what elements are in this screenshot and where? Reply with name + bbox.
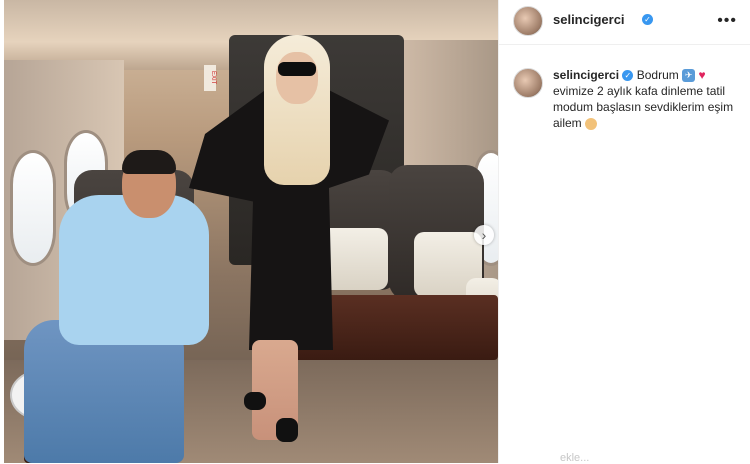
cabin-window-left <box>10 150 56 266</box>
man-shirt <box>59 195 209 345</box>
caption-text-2: evimize 2 aylık kafa dinleme tatil modum… <box>553 84 734 130</box>
comment-input-hint[interactable]: ekle... <box>560 452 589 464</box>
next-photo-button[interactable]: › <box>474 225 494 245</box>
header-username[interactable]: selincigerci <box>553 12 625 27</box>
exit-sign: EXIT <box>204 65 216 91</box>
hands-emoji-icon <box>585 117 598 130</box>
post-caption: selincigerci ✓ Bodrum ✈ ♥ evimize 2 aylı… <box>553 67 738 131</box>
caption-text-1: Bodrum <box>636 68 679 82</box>
more-options-icon[interactable]: ••• <box>717 12 737 30</box>
caption-username[interactable]: selincigerci <box>553 68 619 82</box>
shoe-right <box>276 418 298 442</box>
red-heart-emoji-icon: ♥ <box>698 68 706 82</box>
post-photo[interactable]: EXIT › <box>4 0 498 463</box>
instagram-post-frame: EXIT › selincigerci ✓ ••• selincigerci ✓… <box>0 0 750 464</box>
verified-badge-icon: ✓ <box>642 14 653 25</box>
post-sidebar: selincigerci ✓ ••• selincigerci ✓ Bodrum… <box>498 0 750 463</box>
caption-avatar[interactable] <box>513 68 543 98</box>
post-header: selincigerci ✓ ••• <box>499 0 750 45</box>
caption-verified-badge-icon: ✓ <box>622 70 634 82</box>
shoe-left <box>244 392 266 410</box>
man-hair <box>122 150 176 174</box>
woman-face <box>276 52 318 104</box>
sunglasses <box>278 62 316 76</box>
airplane-emoji-icon: ✈ <box>682 69 696 83</box>
avatar[interactable] <box>513 6 543 36</box>
